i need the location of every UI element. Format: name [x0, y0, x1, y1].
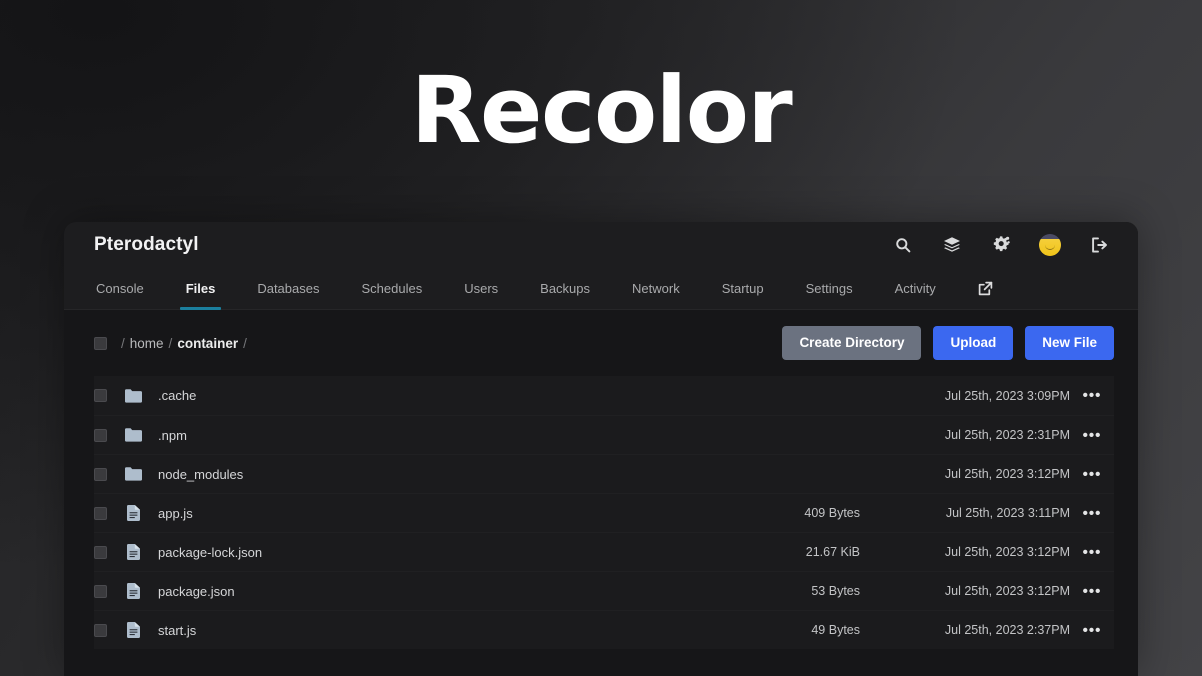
- folder-icon: [124, 426, 142, 444]
- file-size: 409 Bytes: [742, 506, 860, 520]
- table-row[interactable]: node_modules Jul 25th, 2023 3:12PM •••: [94, 454, 1114, 493]
- file-name: start.js: [158, 623, 742, 638]
- row-menu-icon[interactable]: •••: [1070, 545, 1114, 560]
- new-file-button[interactable]: New File: [1025, 326, 1114, 360]
- app-header: Pterodactyl: [64, 222, 1138, 268]
- row-checkbox[interactable]: [94, 507, 107, 520]
- file-name: package-lock.json: [158, 545, 742, 560]
- table-row[interactable]: app.js 409 Bytes Jul 25th, 2023 3:11PM •…: [94, 493, 1114, 532]
- folder-icon: [124, 465, 142, 483]
- tab-startup[interactable]: Startup: [720, 268, 766, 309]
- breadcrumb: / home / container /: [94, 336, 247, 351]
- file-name: .cache: [158, 388, 742, 403]
- brand-title: Pterodactyl: [94, 234, 199, 256]
- tab-bar: Console Files Databases Schedules Users …: [64, 268, 1138, 310]
- breadcrumb-home[interactable]: home: [130, 336, 164, 351]
- breadcrumb-sep: /: [169, 336, 173, 351]
- file-size: 53 Bytes: [742, 584, 860, 598]
- row-menu-icon[interactable]: •••: [1070, 506, 1114, 521]
- row-menu-icon[interactable]: •••: [1070, 623, 1114, 638]
- file-list: .cache Jul 25th, 2023 3:09PM ••• .npm Ju…: [64, 376, 1138, 649]
- tab-schedules[interactable]: Schedules: [359, 268, 424, 309]
- tab-label: Schedules: [361, 281, 422, 296]
- breadcrumb-root: /: [121, 336, 125, 351]
- cogs-icon[interactable]: [990, 234, 1012, 256]
- row-menu-icon[interactable]: •••: [1070, 428, 1114, 443]
- folder-icon: [124, 387, 142, 405]
- file-icon: [124, 582, 142, 600]
- file-toolbar: / home / container / Create Directory Up…: [64, 310, 1138, 376]
- file-name: package.json: [158, 584, 742, 599]
- row-checkbox[interactable]: [94, 468, 107, 481]
- file-name: .npm: [158, 428, 742, 443]
- external-link-icon[interactable]: [976, 268, 995, 309]
- app-panel: Pterodactyl: [64, 222, 1138, 676]
- file-modified: Jul 25th, 2023 3:12PM: [860, 467, 1070, 481]
- upload-button[interactable]: Upload: [933, 326, 1013, 360]
- table-row[interactable]: .cache Jul 25th, 2023 3:09PM •••: [94, 376, 1114, 415]
- table-row[interactable]: package.json 53 Bytes Jul 25th, 2023 3:1…: [94, 571, 1114, 610]
- tab-files[interactable]: Files: [184, 268, 218, 309]
- breadcrumb-current[interactable]: container: [177, 336, 238, 351]
- header-icon-group: [892, 234, 1110, 256]
- file-modified: Jul 25th, 2023 3:12PM: [860, 545, 1070, 559]
- table-row[interactable]: .npm Jul 25th, 2023 2:31PM •••: [94, 415, 1114, 454]
- row-menu-icon[interactable]: •••: [1070, 467, 1114, 482]
- file-name: app.js: [158, 506, 742, 521]
- hero-title: Recolor: [411, 65, 792, 157]
- tab-label: Settings: [806, 281, 853, 296]
- tab-label: Backups: [540, 281, 590, 296]
- avatar[interactable]: [1039, 234, 1061, 256]
- file-icon: [124, 621, 142, 639]
- tab-label: Activity: [895, 281, 936, 296]
- hero-banner: Recolor: [0, 0, 1202, 222]
- file-icon: [124, 543, 142, 561]
- file-icon: [124, 504, 142, 522]
- file-size: 21.67 KiB: [742, 545, 860, 559]
- file-modified: Jul 25th, 2023 2:31PM: [860, 428, 1070, 442]
- tab-label: Files: [186, 281, 216, 296]
- row-checkbox[interactable]: [94, 624, 107, 637]
- breadcrumb-trailing: /: [243, 336, 247, 351]
- row-checkbox[interactable]: [94, 585, 107, 598]
- tab-label: Databases: [257, 281, 319, 296]
- tab-label: Users: [464, 281, 498, 296]
- row-menu-icon[interactable]: •••: [1070, 584, 1114, 599]
- tab-settings[interactable]: Settings: [804, 268, 855, 309]
- row-checkbox[interactable]: [94, 546, 107, 559]
- tab-label: Console: [96, 281, 144, 296]
- logout-icon[interactable]: [1088, 234, 1110, 256]
- tab-backups[interactable]: Backups: [538, 268, 592, 309]
- tab-databases[interactable]: Databases: [255, 268, 321, 309]
- tab-network[interactable]: Network: [630, 268, 682, 309]
- file-name: node_modules: [158, 467, 742, 482]
- tab-label: Network: [632, 281, 680, 296]
- layers-icon[interactable]: [941, 234, 963, 256]
- row-menu-icon[interactable]: •••: [1070, 388, 1114, 403]
- table-row[interactable]: start.js 49 Bytes Jul 25th, 2023 2:37PM …: [94, 610, 1114, 649]
- table-row[interactable]: package-lock.json 21.67 KiB Jul 25th, 20…: [94, 532, 1114, 571]
- search-icon[interactable]: [892, 234, 914, 256]
- create-directory-button[interactable]: Create Directory: [782, 326, 921, 360]
- file-modified: Jul 25th, 2023 3:09PM: [860, 389, 1070, 403]
- toolbar-actions: Create Directory Upload New File: [782, 326, 1114, 360]
- tab-console[interactable]: Console: [94, 268, 146, 309]
- file-modified: Jul 25th, 2023 2:37PM: [860, 623, 1070, 637]
- select-all-checkbox[interactable]: [94, 337, 107, 350]
- tab-activity[interactable]: Activity: [893, 268, 938, 309]
- tab-users[interactable]: Users: [462, 268, 500, 309]
- file-modified: Jul 25th, 2023 3:11PM: [860, 506, 1070, 520]
- row-checkbox[interactable]: [94, 389, 107, 402]
- file-size: 49 Bytes: [742, 623, 860, 637]
- file-modified: Jul 25th, 2023 3:12PM: [860, 584, 1070, 598]
- tab-label: Startup: [722, 281, 764, 296]
- row-checkbox[interactable]: [94, 429, 107, 442]
